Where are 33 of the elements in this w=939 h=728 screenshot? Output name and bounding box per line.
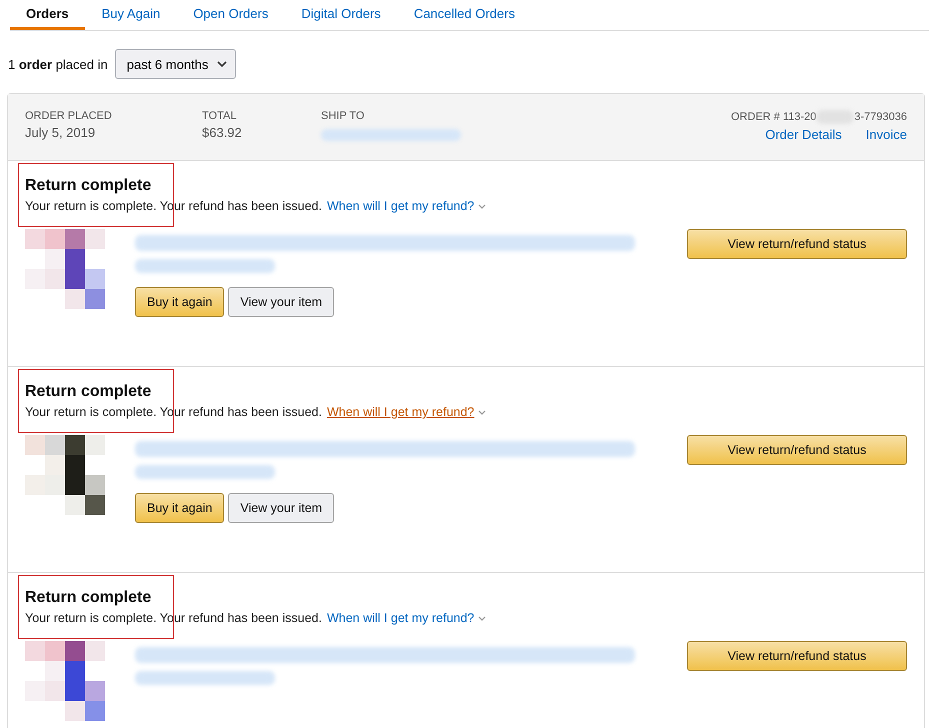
refund-status-button[interactable]: View return/refund status [687,229,907,259]
period-dropdown[interactable]: past 6 months [114,49,236,79]
ship-to-label: SHIP TO [321,110,366,122]
order-total: $63.92 [202,125,243,140]
refund-link[interactable]: When will I get my refund? [326,611,474,625]
chevron-icon [478,410,486,414]
tab[interactable]: Buy Again [86,0,176,30]
total-label: TOTAL [202,110,238,122]
order-link[interactable]: Invoice [866,127,907,142]
status-title: Return complete [25,383,152,401]
order-link[interactable]: Order Details [765,127,842,142]
chevron-icon [478,204,486,208]
tab[interactable]: Digital Orders [285,0,397,30]
refund-status-button[interactable]: View return/refund status [687,435,907,465]
tab[interactable]: Orders [10,0,85,30]
order-count-text: 1 order placed in [8,56,108,72]
refund-link[interactable]: When will I get my refund? [326,199,474,213]
status-title: Return complete [25,177,152,195]
item-button[interactable]: Buy it again [135,287,224,317]
refund-link[interactable]: When will I get my refund? [326,405,474,419]
tab[interactable]: Open Orders [177,0,284,30]
order-number: ORDER # 113-20 [731,111,816,123]
order-number: 3-7793036 [854,111,907,123]
item-button[interactable]: View your item [228,493,334,523]
order-date: July 5, 2019 [25,125,96,140]
status-title: Return complete [25,589,152,607]
chevron-icon [478,616,486,620]
item-button[interactable]: Buy it again [135,493,224,523]
chevron-icon [217,60,228,68]
order-placed-label: ORDER PLACED [25,110,113,122]
tab[interactable]: Cancelled Orders [398,0,531,30]
item-button[interactable]: View your item [228,287,334,317]
refund-status-button[interactable]: View return/refund status [687,641,907,671]
